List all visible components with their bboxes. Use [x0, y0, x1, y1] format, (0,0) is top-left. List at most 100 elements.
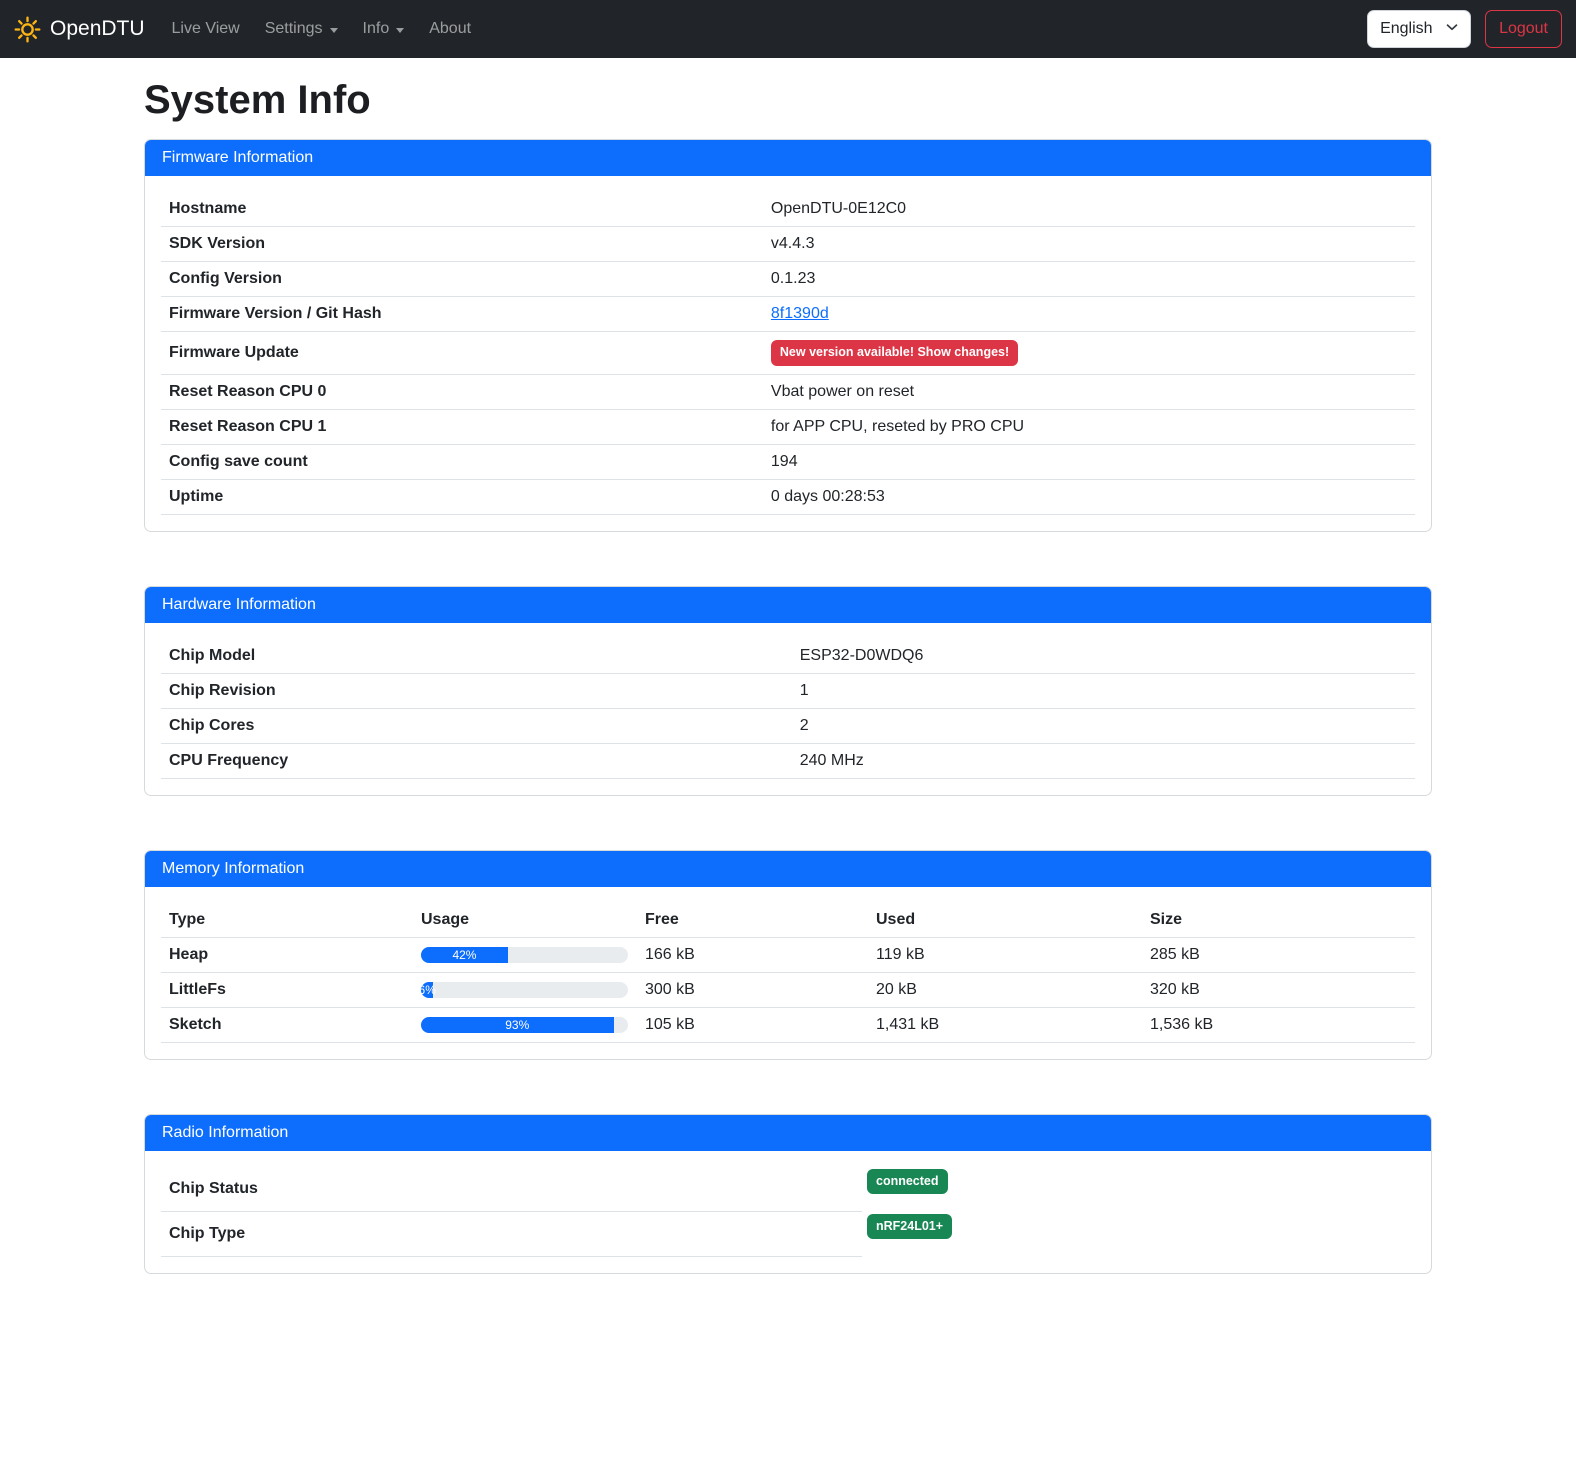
progressbar-fill: 93% [421, 1017, 614, 1033]
row-value: 194 [763, 444, 1415, 479]
row-label: Firmware Update [161, 332, 763, 375]
radio-card-body: Chip Status connected Chip Type nRF24L01… [145, 1151, 1431, 1273]
table-row: Reset Reason CPU 0 Vbat power on reset [161, 374, 1415, 409]
nav-item-label: Settings [265, 20, 323, 38]
table-row: Chip Model ESP32-D0WDQ6 [161, 639, 1415, 674]
nav-item-live-view[interactable]: Live View [163, 12, 249, 46]
table-row: SDK Version v4.4.3 [161, 227, 1415, 262]
free-value: 300 kB [637, 972, 868, 1007]
brand-label: OpenDTU [50, 17, 145, 41]
row-value: 2 [792, 708, 1415, 743]
used-value: 20 kB [868, 972, 1142, 1007]
row-value: 1 [792, 673, 1415, 708]
table-row: Config Version 0.1.23 [161, 262, 1415, 297]
row-label: Chip Type [161, 1212, 862, 1257]
usage-cell: 6% [413, 972, 637, 1007]
brand-link[interactable]: OpenDTU [14, 16, 145, 43]
nav-item-about[interactable]: About [420, 12, 480, 46]
table-row: Chip Status connected [161, 1167, 1415, 1212]
column-header-free: Free [637, 903, 868, 938]
language-select[interactable]: English [1367, 10, 1471, 48]
nav-item-info[interactable]: Info [354, 12, 414, 46]
progressbar-fill: 42% [421, 947, 508, 963]
table-row: Firmware Update New version available! S… [161, 332, 1415, 375]
row-label: Reset Reason CPU 0 [161, 374, 763, 409]
row-value: v4.4.3 [763, 227, 1415, 262]
used-value: 1,431 kB [868, 1007, 1142, 1042]
row-value: 0 days 00:28:53 [763, 479, 1415, 514]
navbar-right: English Logout [1367, 10, 1562, 48]
row-label: Reset Reason CPU 1 [161, 409, 763, 444]
table-row: Heap 42% 166 kB 119 kB 285 kB [161, 937, 1415, 972]
row-label: CPU Frequency [161, 743, 792, 778]
row-label: Chip Revision [161, 673, 792, 708]
table-row: Reset Reason CPU 1 for APP CPU, reseted … [161, 409, 1415, 444]
row-value: 240 MHz [792, 743, 1415, 778]
row-label: SDK Version [161, 227, 763, 262]
size-value: 285 kB [1142, 937, 1415, 972]
firmware-card-header: Firmware Information [145, 140, 1431, 176]
row-value: 0.1.23 [763, 262, 1415, 297]
column-header-size: Size [1142, 903, 1415, 938]
row-value: ESP32-D0WDQ6 [792, 639, 1415, 674]
column-header-usage: Usage [413, 903, 637, 938]
row-label: Chip Model [161, 639, 792, 674]
firmware-update-badge[interactable]: New version available! Show changes! [771, 340, 1018, 366]
memory-type-label: LittleFs [161, 972, 413, 1007]
memory-type-label: Sketch [161, 1007, 413, 1042]
row-value: Vbat power on reset [763, 374, 1415, 409]
memory-table-header-row: Type Usage Free Used Size [161, 903, 1415, 938]
language-selected-value: English [1380, 20, 1432, 38]
progressbar-fill: 6% [421, 982, 433, 998]
radio-information-card: Radio Information Chip Status connected … [144, 1114, 1432, 1274]
row-label: Chip Status [161, 1167, 862, 1212]
table-row: Hostname OpenDTU-0E12C0 [161, 192, 1415, 227]
sun-icon [14, 16, 41, 43]
badge-cell: nRF24L01+ [862, 1212, 952, 1240]
firmware-information-card: Firmware Information Hostname OpenDTU-0E… [144, 139, 1432, 532]
table-row: Sketch 93% 105 kB 1,431 kB 1,536 kB [161, 1007, 1415, 1042]
hardware-card-header: Hardware Information [145, 587, 1431, 623]
firmware-table: Hostname OpenDTU-0E12C0 SDK Version v4.4… [161, 192, 1415, 515]
table-row: Chip Revision 1 [161, 673, 1415, 708]
chip-status-badge: connected [867, 1169, 948, 1195]
free-value: 105 kB [637, 1007, 868, 1042]
row-label: Chip Cores [161, 708, 792, 743]
hardware-information-card: Hardware Information Chip Model ESP32-D0… [144, 586, 1432, 796]
size-value: 320 kB [1142, 972, 1415, 1007]
progressbar-label: 6% [419, 983, 436, 997]
logout-button[interactable]: Logout [1485, 10, 1562, 48]
memory-table: Type Usage Free Used Size Heap 42% [161, 903, 1415, 1043]
usage-cell: 42% [413, 937, 637, 972]
heap-usage-progressbar: 42% [421, 947, 628, 963]
table-row: Uptime 0 days 00:28:53 [161, 479, 1415, 514]
progressbar-label: 93% [505, 1018, 529, 1032]
firmware-card-body: Hostname OpenDTU-0E12C0 SDK Version v4.4… [145, 176, 1431, 531]
nav-item-label: Live View [172, 20, 240, 38]
memory-information-card: Memory Information Type Usage Free Used … [144, 850, 1432, 1060]
chevron-down-icon [1446, 20, 1458, 38]
git-hash-link[interactable]: 8f1390d [771, 305, 829, 322]
row-label: Config save count [161, 444, 763, 479]
table-row: Chip Type nRF24L01+ [161, 1212, 1415, 1257]
table-row: Firmware Version / Git Hash 8f1390d [161, 297, 1415, 332]
hardware-card-body: Chip Model ESP32-D0WDQ6 Chip Revision 1 … [145, 623, 1431, 795]
row-label: Hostname [161, 192, 763, 227]
row-label: Uptime [161, 479, 763, 514]
main-container: System Info Firmware Information Hostnam… [144, 58, 1432, 1274]
row-label: Config Version [161, 262, 763, 297]
column-header-type: Type [161, 903, 413, 938]
memory-card-header: Memory Information [145, 851, 1431, 887]
radio-card-header: Radio Information [145, 1115, 1431, 1151]
free-value: 166 kB [637, 937, 868, 972]
row-value: for APP CPU, reseted by PRO CPU [763, 409, 1415, 444]
nav-item-label: About [429, 20, 471, 38]
chip-type-badge: nRF24L01+ [867, 1214, 952, 1240]
badge-cell: connected [862, 1167, 948, 1195]
used-value: 119 kB [868, 937, 1142, 972]
nav-item-settings[interactable]: Settings [256, 12, 347, 46]
table-row: Chip Cores 2 [161, 708, 1415, 743]
chevron-down-icon [396, 28, 404, 33]
table-row: Config save count 194 [161, 444, 1415, 479]
row-value: 8f1390d [763, 297, 1415, 332]
